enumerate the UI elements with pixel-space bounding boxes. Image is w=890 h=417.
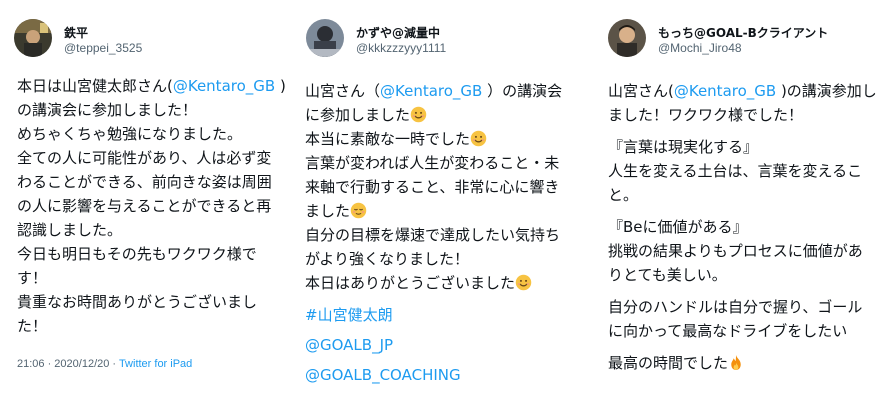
mention-link[interactable]: @GOALB_COACHING — [305, 363, 562, 387]
display-name[interactable]: かずや@減量中 — [356, 24, 440, 41]
text-line: 認識しました。 — [17, 221, 123, 239]
avatar[interactable] — [306, 19, 344, 57]
tweet-card: もっち@GOAL-Bクライアント @Mochi_Jiro48 山宮さん(@Ken… — [594, 0, 890, 417]
text-line: 最高の時間でした — [608, 351, 877, 375]
text-line: 挑戦の結果よりもプロセスに価値があ — [608, 242, 863, 260]
mention-link[interactable]: @GOALB_JP — [305, 333, 562, 357]
tweet-text: 山宮さん(@Kentaro_GB )の講演参加し ました！ワクワク様でした！ 『… — [608, 79, 877, 375]
text-line: 山宮さん（@Kentaro_GB ）の講演会 — [305, 79, 562, 103]
text-line: た！ — [17, 317, 48, 335]
smiling-face-emoji — [515, 274, 532, 298]
text-line: 貴重なお時間ありがとうございまし — [17, 293, 258, 311]
text-segment: )の講演参加し — [776, 82, 877, 100]
text-segment: 本日は山宮健太郎さん( — [17, 77, 173, 95]
text-line: 自分の目標を爆速で達成したい気持ち — [305, 226, 561, 244]
text-line: 本当に素敵な一時でした — [305, 127, 562, 151]
text-line: と。 — [608, 186, 639, 204]
text-line: 今日も明日もその先もワクワク様で — [17, 245, 257, 263]
hashtag-link[interactable]: #山宮健太朗 — [305, 303, 562, 327]
text-line: 山宮さん(@Kentaro_GB )の講演参加し — [608, 79, 877, 103]
text-line: ました — [305, 199, 562, 223]
fire-emoji — [728, 354, 744, 378]
tweet-timestamp[interactable]: 21:06 · 2020/12/20 · Twitter for iPad — [17, 358, 192, 370]
text-line: 『Beに価値がある』 — [608, 218, 748, 236]
avatar[interactable] — [14, 19, 52, 57]
avatar[interactable] — [608, 19, 646, 57]
mention-link[interactable]: @Kentaro_GB — [674, 82, 776, 100]
text-line: りとても美しい。 — [608, 266, 727, 284]
user-handle[interactable]: @Mochi_Jiro48 — [658, 41, 742, 55]
display-name[interactable]: もっち@GOAL-Bクライアント — [658, 24, 828, 41]
text-segment: 本当に素敵な一時でした — [305, 130, 471, 148]
text-line: の講演会に参加しました！ — [17, 101, 198, 119]
text-line: に参加しました — [305, 103, 562, 127]
text-segment: 山宮さん( — [608, 82, 674, 100]
text-segment: ）の講演会 — [482, 82, 563, 100]
text-line: 自分のハンドルは自分で握り、ゴール — [608, 298, 863, 316]
text-line: 人生を変える土台は、言葉を変えるこ — [608, 162, 863, 180]
text-segment: に参加しました — [305, 106, 411, 124]
text-line: がより強くなりました！ — [305, 250, 469, 268]
text-line: 来軸で行動すること、非常に心に響き — [305, 178, 560, 196]
text-line: ました！ワクワク様でした！ — [608, 106, 804, 124]
display-name[interactable]: 鉄平 — [64, 24, 88, 41]
text-segment: ) — [275, 77, 286, 95]
text-line: の人に影響を与えることができると再 — [17, 197, 272, 215]
tweet-text: 本日は山宮健太郎さん(@Kentaro_GB ) の講演会に参加しました！ めち… — [17, 74, 286, 338]
text-line: 本日は山宮健太郎さん(@Kentaro_GB ) — [17, 74, 286, 98]
text-line: に向かって最高なドライブをしたい — [608, 322, 848, 340]
text-segment: 本日はありがとうございました — [305, 274, 516, 292]
text-line: 言葉が変われば人生が変わること・未 — [305, 154, 560, 172]
text-segment: 山宮さん（ — [305, 82, 381, 100]
text-line: 全ての人に可能性があり、人は必ず変 — [17, 149, 272, 167]
text-segment: ました — [305, 202, 351, 220]
text-line: めちゃくちゃ勉強になりました。 — [17, 125, 243, 143]
tweet-card: 鉄平 @teppei_3525 本日は山宮健太郎さん(@Kentaro_GB )… — [0, 0, 296, 417]
tweet-source-link[interactable]: Twitter for iPad — [119, 358, 192, 370]
text-segment: 最高の時間でした — [608, 354, 729, 372]
tweet-card: かずや@減量中 @kkkzzzyyy1111 山宮さん（@Kentaro_GB … — [296, 0, 594, 417]
text-line: 本日はありがとうございました — [305, 271, 562, 295]
tweet-text: 山宮さん（@Kentaro_GB ）の講演会 に参加しました 本当に素敵な一時で… — [305, 79, 562, 387]
text-line: す！ — [17, 269, 48, 287]
timestamp[interactable]: 21:06 · 2020/12/20 · — [17, 358, 119, 370]
text-line: わることができる、前向きな姿は周囲 — [17, 173, 272, 191]
user-handle[interactable]: @teppei_3525 — [64, 41, 142, 55]
user-handle[interactable]: @kkkzzzyyy1111 — [356, 41, 446, 55]
text-line: 『言葉は現実化する』 — [608, 138, 759, 156]
mention-link[interactable]: @Kentaro_GB — [173, 77, 275, 95]
mention-link[interactable]: @Kentaro_GB — [380, 82, 482, 100]
